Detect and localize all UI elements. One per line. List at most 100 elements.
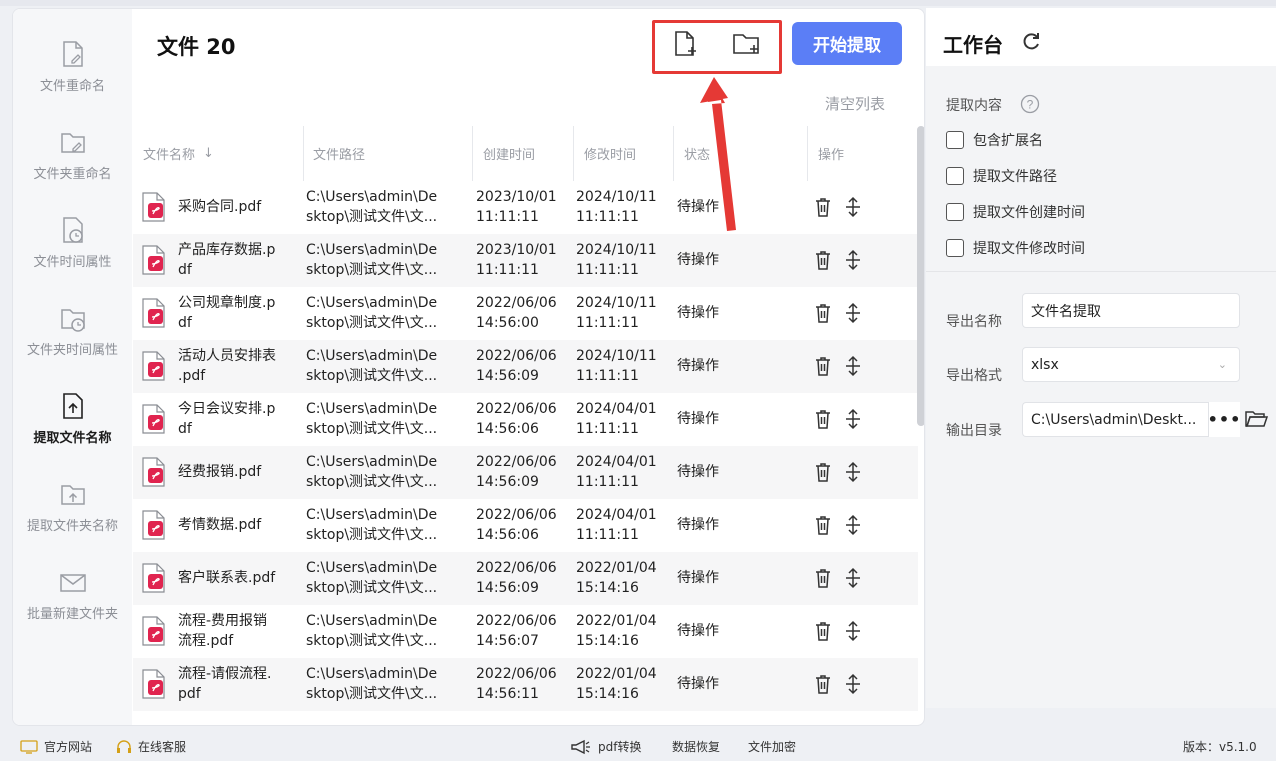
checkbox[interactable] — [946, 167, 964, 185]
modified-time-cell: 2024/04/01 11:11:11 — [576, 452, 657, 492]
pdf-file-icon — [141, 457, 165, 487]
move-icon[interactable] — [843, 673, 863, 695]
move-icon[interactable] — [843, 514, 863, 536]
file-encrypt-link[interactable]: 文件加密 — [748, 738, 796, 755]
add-file-button[interactable] — [668, 27, 704, 61]
table-row[interactable]: 客户联系表.pdf C:\Users\admin\De sktop\测试文件\文..… — [133, 552, 918, 605]
sidebar-item-folder-time[interactable]: 文件夹时间属性 — [13, 303, 132, 383]
trash-icon[interactable] — [813, 514, 833, 536]
start-extract-button[interactable]: 开始提取 — [792, 22, 902, 65]
modified-time-cell: 2022/01/04 15:14:16 — [576, 558, 657, 598]
pdf-file-icon — [141, 298, 165, 328]
column-header-path: 文件路径 — [313, 148, 366, 163]
option-extract-modified-time[interactable]: 提取文件修改时间 — [946, 238, 1085, 258]
modified-time-line: 2024/10/11 — [576, 242, 657, 258]
folder-open-icon[interactable] — [1244, 407, 1268, 431]
checkbox[interactable] — [946, 203, 964, 221]
footer-bar: 官方网站 在线客服 pdf转换 数据恢复 文件加密 版本：v5.1.0 — [0, 732, 1276, 761]
table-row[interactable]: 流程-请假流程. pdf C:\Users\admin\De sktop\测试文件\文… — [133, 658, 918, 711]
file-path-line: sktop\测试文件\文... — [306, 421, 438, 437]
modified-time-line: 2024/04/01 — [576, 507, 657, 523]
pdf-file-icon — [141, 510, 165, 540]
trash-icon[interactable] — [813, 620, 833, 642]
created-time-cell: 2022/06/06 14:56:06 — [476, 399, 557, 439]
move-icon[interactable] — [843, 196, 863, 218]
move-icon[interactable] — [843, 355, 863, 377]
created-time-line: 2022/06/06 — [476, 507, 557, 523]
pdf-convert-link[interactable]: pdf转换 — [570, 738, 641, 755]
table-row[interactable]: 活动人员安排表 .pdf C:\Users\admin\De sktop\测试文件\文… — [133, 340, 918, 393]
option-extract-path[interactable]: 提取文件路径 — [946, 166, 1057, 186]
help-icon[interactable]: ? — [1020, 94, 1040, 114]
status-cell: 待操作 — [677, 252, 719, 268]
export-name-input[interactable]: 文件名提取 — [1022, 293, 1240, 328]
sidebar-item-extract-filename[interactable]: 提取文件名称 — [13, 391, 132, 471]
file-add-icon — [675, 31, 696, 56]
sidebar-item-batch-new-folder[interactable]: 批量新建文件夹 — [13, 567, 132, 647]
table-row[interactable]: 公司规章制度.p df C:\Users\admin\De sktop\测试文件\文.… — [133, 287, 918, 340]
move-icon[interactable] — [843, 461, 863, 483]
move-icon[interactable] — [843, 249, 863, 271]
sidebar-item-folder-rename[interactable]: 文件夹重命名 — [13, 127, 132, 207]
table-row[interactable]: 采购合同.pdf C:\Users\admin\De sktop\测试文件\文...… — [133, 181, 918, 234]
file-name-line: pdf — [178, 686, 201, 702]
divider — [926, 271, 1276, 272]
trash-icon[interactable] — [813, 249, 833, 271]
file-name-cell: 采购合同.pdf — [178, 197, 261, 217]
status-cell: 待操作 — [677, 517, 719, 533]
move-icon[interactable] — [843, 567, 863, 589]
trash-icon[interactable] — [813, 673, 833, 695]
more-options-button[interactable]: ••• — [1208, 402, 1240, 437]
trash-icon[interactable] — [813, 461, 833, 483]
data-recovery-link[interactable]: 数据恢复 — [672, 738, 720, 755]
created-time-line: 2022/06/06 — [476, 348, 557, 364]
modified-time-line: 15:14:16 — [576, 580, 639, 596]
folder-clock-icon — [60, 309, 85, 332]
status-cell: 待操作 — [677, 676, 719, 692]
table-row[interactable]: 产品库存数据.p df C:\Users\admin\De sktop\测试文件\文.… — [133, 234, 918, 287]
folder-edit-icon — [60, 133, 85, 153]
checkbox[interactable] — [946, 239, 964, 257]
file-name-line: .pdf — [178, 368, 206, 384]
file-path-cell: C:\Users\admin\De sktop\测试文件\文... — [306, 187, 437, 227]
output-dir-input[interactable]: C:\Users\admin\Deskt... — [1022, 402, 1210, 437]
created-time-line: 11:11:11 — [476, 262, 539, 278]
table-scrollbar[interactable] — [917, 126, 924, 426]
export-format-select[interactable]: xlsx ⌄ — [1022, 347, 1240, 382]
sidebar-item-file-time[interactable]: 文件时间属性 — [13, 215, 132, 295]
option-extract-created-time[interactable]: 提取文件创建时间 — [946, 202, 1085, 222]
move-icon[interactable] — [843, 620, 863, 642]
file-path-cell: C:\Users\admin\De sktop\测试文件\文... — [306, 240, 437, 280]
created-time-line: 2022/06/06 — [476, 666, 557, 682]
trash-icon[interactable] — [813, 408, 833, 430]
table-row[interactable]: 考情数据.pdf C:\Users\admin\De sktop\测试文件\文...… — [133, 499, 918, 552]
trash-icon[interactable] — [813, 196, 833, 218]
folder-add-icon — [733, 34, 759, 54]
sidebar-item-label: 文件重命名 — [39, 79, 105, 94]
created-time-cell: 2022/06/06 14:56:11 — [476, 664, 557, 704]
trash-icon[interactable] — [813, 355, 833, 377]
official-site-link[interactable]: 官方网站 — [20, 738, 92, 755]
file-name-line: df — [178, 262, 192, 278]
file-path-line: sktop\测试文件\文... — [306, 368, 438, 384]
modified-time-line: 11:11:11 — [576, 368, 639, 384]
sidebar-item-extract-foldername[interactable]: 提取文件夹名称 — [13, 479, 132, 559]
trash-icon[interactable] — [813, 302, 833, 324]
column-header-name[interactable]: 文件名称 ↓ — [143, 126, 214, 181]
workbench-header: 工作台 — [926, 8, 1276, 66]
option-include-extension[interactable]: 包含扩展名 — [946, 130, 1043, 150]
table-row[interactable]: 经费报销.pdf C:\Users\admin\De sktop\测试文件\文...… — [133, 446, 918, 499]
table-row[interactable]: 流程-费用报销 流程.pdf C:\Users\admin\De sktop\测试文件… — [133, 605, 918, 658]
checkbox[interactable] — [946, 131, 964, 149]
table-row[interactable]: 今日会议安排.p df C:\Users\admin\De sktop\测试文件\文.… — [133, 393, 918, 446]
trash-icon[interactable] — [813, 567, 833, 589]
clear-list-button[interactable]: 清空列表 — [825, 93, 885, 114]
move-icon[interactable] — [843, 302, 863, 324]
online-service-link[interactable]: 在线客服 — [116, 738, 186, 755]
refresh-icon[interactable] — [1020, 30, 1042, 52]
sidebar-item-file-rename[interactable]: 文件重命名 — [13, 39, 132, 119]
file-upload-icon — [62, 393, 83, 419]
file-path-cell: C:\Users\admin\De sktop\测试文件\文... — [306, 505, 437, 545]
add-folder-button[interactable] — [729, 27, 765, 61]
move-icon[interactable] — [843, 408, 863, 430]
